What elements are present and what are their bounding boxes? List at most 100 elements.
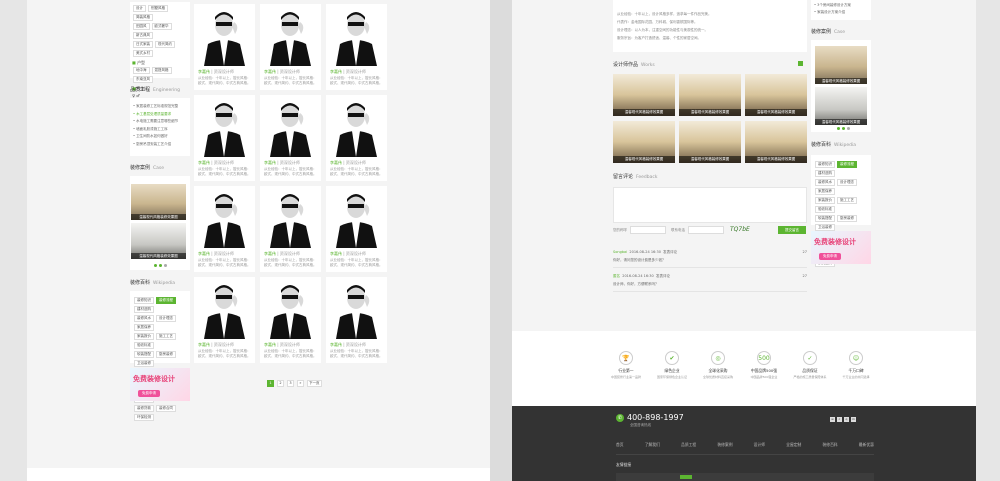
tag[interactable]: 验收标准 (134, 342, 154, 349)
tag[interactable]: 设计理念 (837, 179, 857, 186)
tag[interactable]: 装修风水 (815, 179, 835, 186)
tag[interactable]: 家装报价 (815, 197, 835, 204)
tag[interactable]: 地中海 (133, 67, 150, 74)
designer-name[interactable]: 李嘉伟 | 资深设计师 (198, 69, 234, 75)
pager-item[interactable]: » (297, 380, 304, 387)
designer-card[interactable]: 李嘉伟 | 资深设计师 从业经验：十年以上，擅长风格：欧式、现代简约、中式古典风格… (194, 95, 255, 181)
works-more-icon[interactable] (798, 61, 803, 66)
side-carousel-dots[interactable] (837, 127, 850, 130)
eng-list-item[interactable]: • 家居装修工艺标准规范完整 (133, 103, 187, 111)
designer-card[interactable]: 李嘉伟 | 资深设计师 从业经验：十年以上，擅长风格：欧式、现代简约、中式古典风格… (326, 4, 387, 90)
designer-photo[interactable] (262, 6, 319, 66)
designer-card[interactable]: 李嘉伟 | 资深设计师 从业经验：十年以上，擅长风格：欧式、现代简约、中式古典风格… (194, 277, 255, 363)
side-list-item[interactable]: • 家装设计方案介绍 (814, 9, 868, 16)
designer-photo[interactable] (262, 279, 319, 339)
tag[interactable]: 验收标准 (815, 206, 835, 213)
mobile-icon[interactable]: m (851, 417, 856, 422)
side-free-design-banner[interactable]: 免费装修设计 免费申请 (811, 231, 871, 264)
designer-card[interactable]: 李嘉伟 | 资深设计师 从业经验：十年以上，擅长风格：欧式、现代简约、中式古典风格… (326, 95, 387, 181)
tag[interactable]: 装修贷款 (134, 405, 154, 412)
tag[interactable]: 装修知识 (134, 297, 154, 304)
designer-name[interactable]: 李嘉伟 | 资深设计师 (330, 160, 366, 166)
submit-button[interactable]: 提交留言 (778, 226, 806, 234)
tag[interactable]: 日式家装 (133, 41, 153, 48)
tag[interactable]: 新古典风 (133, 32, 153, 39)
tag[interactable]: 装修流程 (837, 161, 857, 168)
side-case-image[interactable]: 温馨现代风格装修效果图 (815, 87, 867, 125)
tag[interactable]: 家居保养 (815, 188, 835, 195)
designer-name[interactable]: 李嘉伟 | 资深设计师 (330, 251, 366, 257)
eng-list-item[interactable]: • 水电施工需要注意哪些细节 (133, 118, 187, 126)
footer-nav-item[interactable]: 全屋定制 (786, 442, 801, 448)
phone-input[interactable] (688, 226, 724, 234)
captcha-image[interactable]: TQ7bE (730, 226, 750, 233)
case-image[interactable]: 温馨现代风格装修效果图 (131, 184, 186, 220)
tag[interactable]: 现代简约 (155, 41, 175, 48)
side-case-image[interactable]: 温馨现代风格装修效果图 (815, 46, 867, 84)
designer-name[interactable]: 李嘉伟 | 资深设计师 (264, 251, 300, 257)
tag[interactable]: 装修风水 (134, 315, 154, 322)
tag[interactable]: 建材选购 (815, 170, 835, 177)
eng-list-item[interactable]: • 卫生间防水如何做好 (133, 133, 187, 141)
designer-name[interactable]: 李嘉伟 | 资深设计师 (198, 160, 234, 166)
wechat-icon[interactable]: c (837, 417, 842, 422)
tag[interactable]: 简装风格 (133, 14, 153, 21)
footer-nav-item[interactable]: 装修案例 (717, 442, 732, 448)
designer-name[interactable]: 李嘉伟 | 资深设计师 (264, 342, 300, 348)
work-image[interactable]: 温馨现代风格装修效果图 (613, 74, 675, 116)
tag[interactable]: 软装搭配 (815, 215, 835, 222)
designer-card[interactable]: 李嘉伟 | 资深设计师 从业经验：十年以上，擅长风格：欧式、现代简约、中式古典风格… (326, 277, 387, 363)
feedback-textarea[interactable] (613, 187, 807, 223)
designer-name[interactable]: 李嘉伟 | 资深设计师 (330, 342, 366, 348)
footer-nav-item[interactable]: 品质工程 (681, 442, 696, 448)
tag[interactable]: 美式乡村 (133, 50, 153, 57)
designer-photo[interactable] (196, 97, 253, 157)
case-carousel-dots[interactable] (154, 264, 167, 267)
designer-photo[interactable] (328, 279, 385, 339)
name-input[interactable] (630, 226, 666, 234)
designer-card[interactable]: 李嘉伟 | 资深设计师 从业经验：十年以上，擅长风格：欧式、现代简约、中式古典风格… (326, 186, 387, 272)
designer-name[interactable]: 李嘉伟 | 资深设计师 (198, 342, 234, 348)
designer-name[interactable]: 李嘉伟 | 资深设计师 (264, 160, 300, 166)
tag[interactable]: 装修合同 (156, 405, 176, 412)
designer-card[interactable]: 李嘉伟 | 资深设计师 从业经验：十年以上，擅长风格：欧式、现代简约、中式古典风格… (194, 186, 255, 272)
designer-photo[interactable] (196, 188, 253, 248)
designer-name[interactable]: 李嘉伟 | 资深设计师 (330, 69, 366, 75)
work-image[interactable]: 温馨现代风格装修效果图 (679, 74, 741, 116)
free-design-banner[interactable]: 免费装修设计 免费申请 (130, 368, 190, 401)
tag[interactable]: 东南亚风 (133, 76, 153, 83)
tag[interactable]: 设计 (133, 5, 146, 12)
case-image[interactable]: 温馨现代风格装修效果图 (131, 223, 186, 259)
designer-card[interactable]: 李嘉伟 | 资深设计师 从业经验：十年以上，擅长风格：欧式、现代简约、中式古典风格… (194, 4, 255, 90)
footer-nav-item[interactable]: 首页 (616, 442, 624, 448)
eng-list-item[interactable]: • 木工基层处理质量要求 (133, 111, 187, 119)
tag[interactable]: 软装搭配 (134, 351, 154, 358)
work-image[interactable]: 温馨现代风格装修效果图 (613, 121, 675, 163)
work-image[interactable]: 温馨现代风格装修效果图 (745, 121, 807, 163)
tag[interactable]: 田园风 (133, 23, 150, 30)
designer-card[interactable]: 李嘉伟 | 资深设计师 从业经验：十年以上，擅长风格：欧式、现代简约、中式古典风格… (260, 95, 321, 181)
designer-card[interactable]: 李嘉伟 | 资深设计师 从业经验：十年以上，擅长风格：欧式、现代简约、中式古典风格… (260, 277, 321, 363)
pager-item[interactable]: 1 (267, 380, 274, 387)
designer-name[interactable]: 李嘉伟 | 资深设计师 (198, 251, 234, 257)
tag[interactable]: 施工工艺 (837, 197, 857, 204)
tag[interactable]: 家居保养 (134, 324, 154, 331)
eng-list-item[interactable]: • 墙面乳胶漆施工工序 (133, 126, 187, 134)
weibo-icon[interactable]: w (830, 417, 835, 422)
designer-name[interactable]: 李嘉伟 | 资深设计师 (264, 69, 300, 75)
designer-photo[interactable] (196, 6, 253, 66)
pager-item[interactable]: 下一页 (307, 380, 322, 387)
qq-icon[interactable]: q (844, 417, 849, 422)
designer-card[interactable]: 李嘉伟 | 资深设计师 从业经验：十年以上，擅长风格：欧式、现代简约、中式古典风格… (260, 4, 321, 90)
tag[interactable]: 别墅风格 (148, 5, 168, 12)
tag[interactable]: 家装报价 (134, 333, 154, 340)
tag[interactable]: 厨房装修 (156, 351, 176, 358)
tag[interactable]: 混搭风格 (151, 67, 172, 74)
designer-photo[interactable] (262, 97, 319, 157)
tag[interactable]: 装修知识 (815, 161, 835, 168)
pager-item[interactable]: 3 (287, 380, 294, 387)
tag[interactable]: 环保检测 (134, 414, 154, 421)
designer-photo[interactable] (196, 279, 253, 339)
side-list-item[interactable]: • 3个房间装修设计方案 (814, 2, 868, 9)
designer-card[interactable]: 李嘉伟 | 资深设计师 从业经验：十年以上，擅长风格：欧式、现代简约、中式古典风格… (260, 186, 321, 272)
